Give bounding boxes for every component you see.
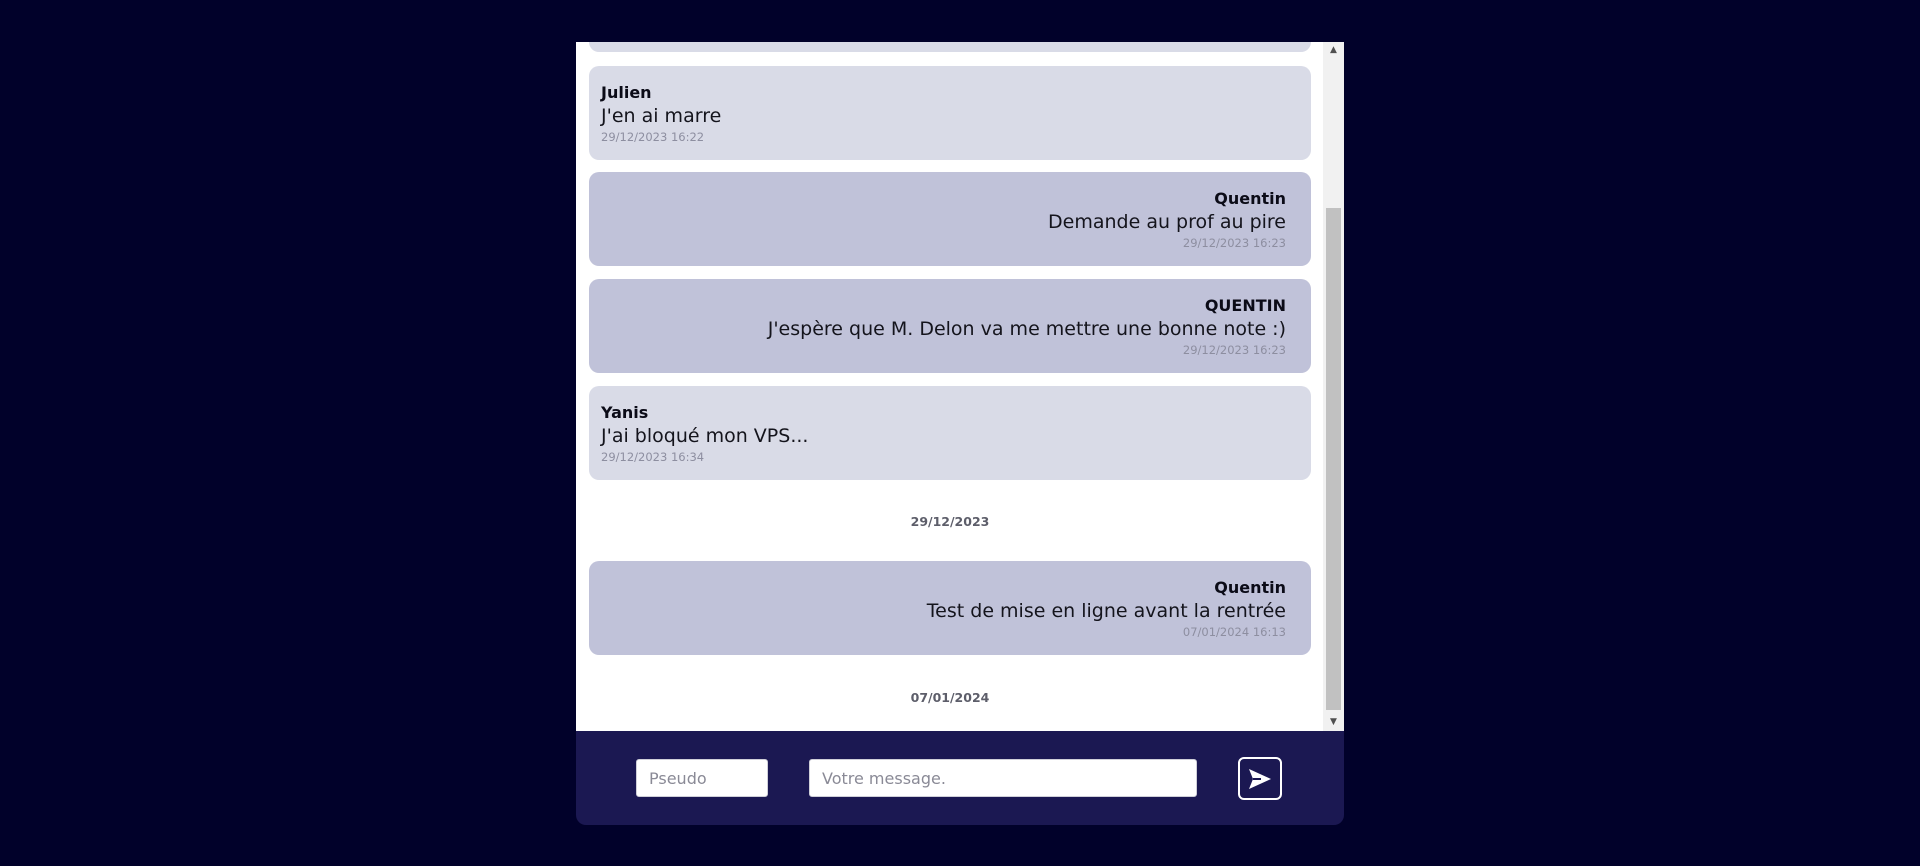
pseudo-input[interactable] bbox=[636, 759, 768, 797]
send-icon bbox=[1249, 768, 1271, 789]
message-author: Julien bbox=[601, 83, 652, 102]
message-author: Quentin bbox=[1214, 578, 1286, 597]
message-text: J'espère que M. Delon va me mettre une b… bbox=[767, 318, 1286, 340]
message-text: Test de mise en ligne avant la rentrée bbox=[926, 600, 1286, 622]
message-input[interactable] bbox=[809, 759, 1197, 797]
message-time: 29/12/2023 16:23 bbox=[1182, 343, 1286, 357]
message-bubble: Quentin Test de mise en ligne avant la r… bbox=[589, 561, 1311, 655]
scroll-down-icon[interactable]: ▼ bbox=[1323, 714, 1344, 731]
message-author: Quentin bbox=[1214, 189, 1286, 208]
message-text: J'en ai marre bbox=[601, 105, 722, 127]
message-time: 29/12/2023 16:22 bbox=[601, 130, 705, 144]
scroll-thumb[interactable] bbox=[1326, 208, 1341, 710]
compose-bar bbox=[576, 731, 1344, 825]
message-text: J'ai bloqué mon VPS... bbox=[601, 425, 809, 447]
message-time: 07/01/2024 16:13 bbox=[1182, 625, 1286, 639]
message-author: QUENTIN bbox=[1204, 296, 1286, 315]
scrollbar[interactable]: ▲ ▼ bbox=[1323, 42, 1344, 731]
messages-list: Julien J'en ai marre 29/12/2023 16:22 Qu… bbox=[576, 42, 1323, 731]
chat-window: Julien J'en ai marre 29/12/2023 16:22 Qu… bbox=[576, 42, 1344, 825]
message-author: Yanis bbox=[601, 403, 649, 422]
message-time: 29/12/2023 16:34 bbox=[601, 450, 705, 464]
message-bubble-partial bbox=[589, 42, 1311, 52]
send-button[interactable] bbox=[1238, 757, 1282, 800]
message-bubble: Quentin Demande au prof au pire 29/12/20… bbox=[589, 172, 1311, 266]
scroll-up-icon[interactable]: ▲ bbox=[1323, 42, 1344, 59]
message-bubble: Julien J'en ai marre 29/12/2023 16:22 bbox=[589, 66, 1311, 160]
day-separator: 07/01/2024 bbox=[910, 690, 990, 705]
day-separator: 29/12/2023 bbox=[910, 514, 990, 529]
message-time: 29/12/2023 16:23 bbox=[1182, 236, 1286, 250]
message-bubble: QUENTIN J'espère que M. Delon va me mett… bbox=[589, 279, 1311, 373]
message-text: Demande au prof au pire bbox=[1048, 211, 1286, 233]
messages-pane[interactable]: Julien J'en ai marre 29/12/2023 16:22 Qu… bbox=[576, 42, 1344, 731]
message-bubble: Yanis J'ai bloqué mon VPS... 29/12/2023 … bbox=[589, 386, 1311, 480]
